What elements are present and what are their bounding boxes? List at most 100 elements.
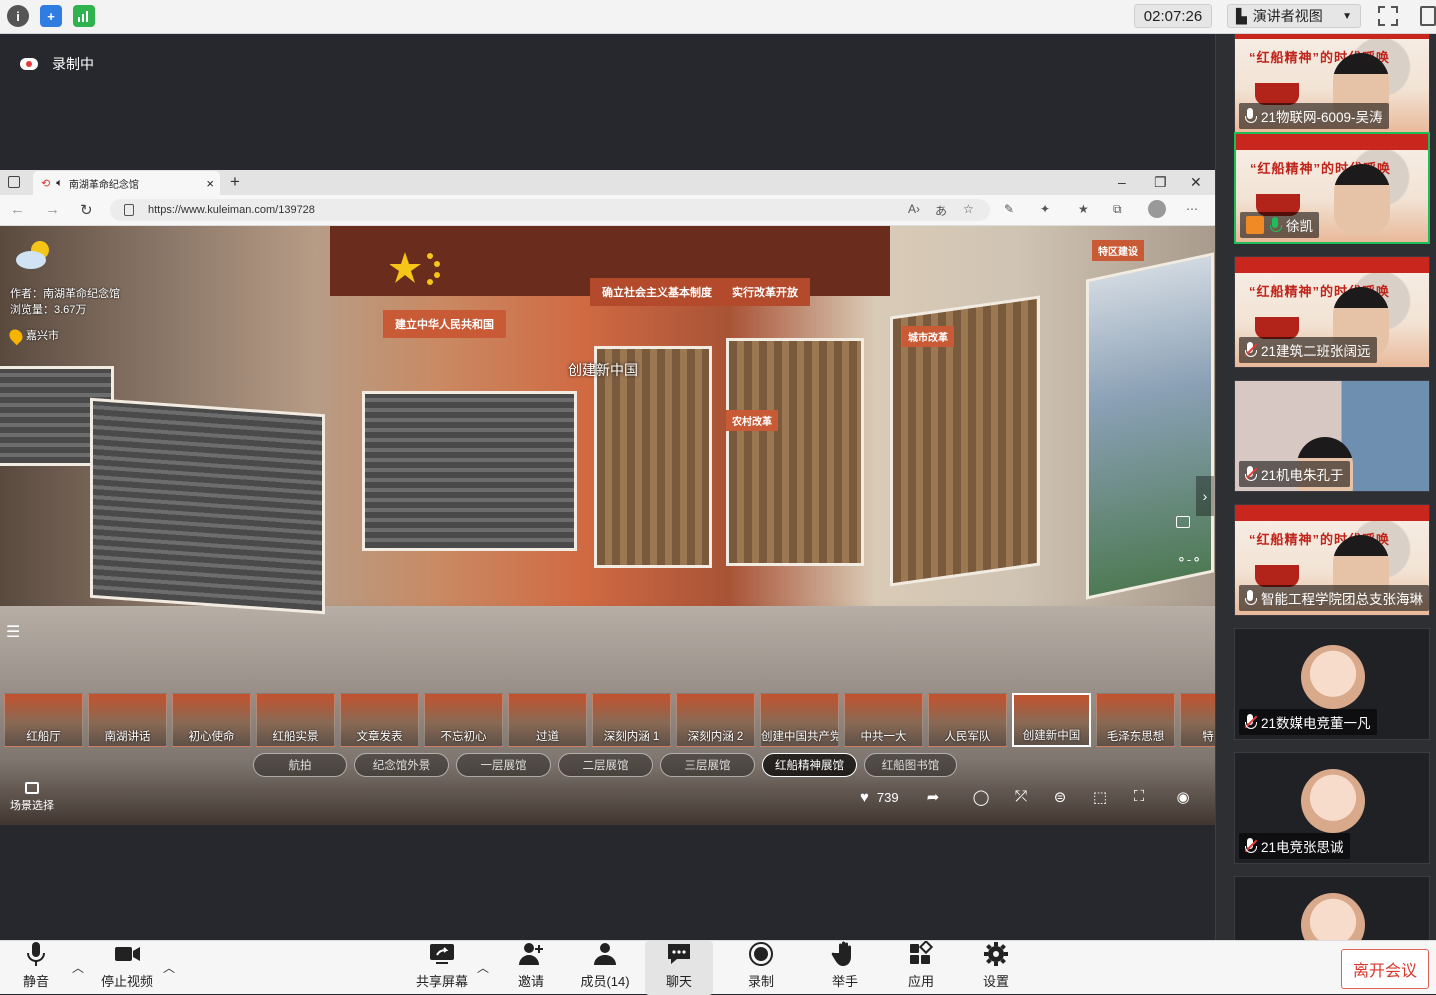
like-button[interactable]: ♥ 739	[860, 789, 899, 806]
scene-thumbnail[interactable]: 红船厅	[4, 693, 83, 747]
read-aloud-icon[interactable]: A›	[908, 202, 920, 216]
share-options-chevron-icon[interactable]: ︿	[477, 959, 489, 976]
menu-list-icon[interactable]: ☰	[6, 622, 20, 642]
scene-thumbnail[interactable]: 南湖讲话	[88, 693, 167, 747]
sidebar-toggle-icon[interactable]	[1420, 6, 1436, 26]
refresh-icon[interactable]: ↻	[80, 201, 93, 219]
translate-icon[interactable]: あ	[935, 202, 947, 219]
browser-tab-row: ⟲ 🔈︎ 南湖革命纪念馆 × + – ❐ ✕	[0, 170, 1215, 195]
scene-group-tab[interactable]: 一层展馆	[456, 753, 551, 777]
scene-thumbnail[interactable]: 过道	[508, 693, 587, 747]
exhibit-banner: 特区建设	[1092, 240, 1144, 261]
tab-actions-icon[interactable]	[8, 176, 20, 188]
hotspot-label[interactable]: 创建新中国	[568, 360, 638, 380]
vr-icon[interactable]: ⊜	[1050, 788, 1070, 806]
pen-icon[interactable]: ✎	[1004, 202, 1014, 216]
audio-icon[interactable]: 🔈︎	[56, 177, 63, 190]
exhibit-banner: 农村改革	[726, 410, 778, 431]
stop-video-button[interactable]: 停止视频	[96, 941, 158, 995]
scene-thumbnail[interactable]: 文章发表	[340, 693, 419, 747]
scene-select-button[interactable]: 场景选择	[10, 782, 54, 813]
video-icon[interactable]	[1176, 516, 1190, 528]
restore-icon[interactable]: ❐	[1154, 174, 1167, 191]
apps-icon	[910, 941, 934, 964]
eye-icon[interactable]: ◉	[1173, 788, 1193, 806]
tour-location[interactable]: 嘉兴市	[6, 326, 120, 346]
scene-thumbnail[interactable]: 人民军队	[928, 693, 1007, 747]
collections-icon[interactable]: ⧉	[1113, 202, 1122, 217]
scene-thumbnail[interactable]: 初心使命	[172, 693, 251, 747]
scene-thumbnail[interactable]: 不忘初心	[424, 693, 503, 747]
close-window-icon[interactable]: ✕	[1190, 174, 1202, 191]
favorite-add-icon[interactable]: ☆	[963, 202, 974, 216]
scene-group-tab[interactable]: 三层展馆	[660, 753, 755, 777]
audio-options-chevron-icon[interactable]: ︿	[72, 959, 84, 976]
panorama-viewer[interactable]: 建立中华人民共和国 确立社会主义基本制度 实行改革开放 农村改革 城市改革 特区…	[0, 226, 1215, 825]
extension-icon[interactable]: ✦	[1040, 202, 1050, 216]
minimize-icon[interactable]: –	[1118, 174, 1126, 190]
scene-thumbnail[interactable]: 中共一大	[844, 693, 923, 747]
participant-tile[interactable]: “红船精神”的时代呼唤 智能工程学院团总支张海琳	[1234, 504, 1430, 616]
fullscreen-icon[interactable]	[1376, 4, 1400, 28]
view-mode-icon[interactable]: ⬚	[1090, 788, 1110, 806]
exhibit-photo	[90, 397, 325, 615]
share-screen-button[interactable]: 共享屏幕	[412, 941, 472, 995]
info-icon[interactable]: i	[7, 5, 29, 27]
participant-tile[interactable]: 21电竞张思诚	[1234, 752, 1430, 864]
settings-button[interactable]: 设置	[975, 941, 1017, 995]
back-icon[interactable]: ←	[10, 201, 25, 218]
profile-icon[interactable]	[1148, 200, 1166, 218]
avatar	[1301, 893, 1365, 940]
chevron-right-icon[interactable]: ›	[1196, 476, 1214, 516]
mute-button[interactable]: 静音	[14, 941, 58, 995]
shield-icon[interactable]: +	[40, 5, 62, 27]
scene-thumbnail[interactable]: 深刻内涵 1	[592, 693, 671, 747]
participant-tile[interactable]: “红船精神”的时代呼唤 21物联网-6009-吴涛	[1234, 34, 1430, 134]
scene-thumbnail[interactable]: 特区建	[1180, 693, 1215, 747]
chat-label: 聊天	[665, 974, 692, 989]
search-icon[interactable]: ◯	[971, 788, 991, 806]
raise-hand-button[interactable]: 举手	[824, 941, 866, 995]
scene-thumbnail[interactable]: 毛泽东思想	[1096, 693, 1175, 747]
new-tab-icon[interactable]: +	[230, 172, 240, 192]
participant-tile[interactable]: 21数媒电竞董一凡	[1234, 628, 1430, 740]
favorites-icon[interactable]: ★	[1078, 202, 1089, 216]
url-field[interactable]: https://www.kuleiman.com/139728	[110, 199, 990, 221]
gyro-icon[interactable]: ⤱	[1011, 788, 1031, 806]
share-icon[interactable]: ➦	[923, 788, 943, 806]
scene-thumbnail[interactable]: 深刻内涵 2	[676, 693, 755, 747]
record-button[interactable]: 录制	[740, 941, 782, 995]
leave-meeting-button[interactable]: 离开会议	[1341, 949, 1429, 989]
exhibit-photo	[1086, 252, 1214, 600]
fullscreen-toggle-icon[interactable]: ⛶	[1129, 788, 1149, 806]
signal-icon[interactable]	[73, 5, 95, 27]
participant-tile[interactable]: 21机电朱孔于	[1234, 380, 1430, 492]
video-options-chevron-icon[interactable]: ︿	[163, 959, 175, 976]
scene-group-tab[interactable]: 红船精神展馆	[762, 753, 857, 777]
scene-thumbnail-label: 初心使命	[188, 731, 235, 743]
chat-button[interactable]: 聊天	[645, 941, 713, 995]
heart-icon: ♥	[860, 789, 869, 806]
participant-tile[interactable]: “红船精神”的时代呼唤 徐凯	[1234, 132, 1430, 244]
scene-group-tab[interactable]: 红船图书馆	[864, 753, 957, 777]
hotspot-link-icon[interactable]: ⚬-⚬	[1176, 552, 1202, 568]
scene-group-tab[interactable]: 纪念馆外景	[354, 753, 449, 777]
view-selector[interactable]: ▙ 演讲者视图 ▼	[1227, 4, 1361, 28]
scene-group-tab[interactable]: 航拍	[253, 753, 347, 777]
apps-button[interactable]: 应用	[900, 941, 942, 995]
close-tab-icon[interactable]: ×	[206, 176, 214, 191]
members-button[interactable]: 成员(14)	[576, 941, 634, 995]
scene-thumbnail[interactable]: 创建中国共产党	[760, 693, 839, 747]
participant-tile[interactable]	[1234, 876, 1430, 940]
invite-button[interactable]: 邀请	[510, 941, 552, 995]
participant-tile[interactable]: “红船精神”的时代呼唤 21建筑二班张阔远	[1234, 256, 1430, 368]
more-icon[interactable]: ⋯	[1186, 202, 1198, 216]
exhibit-photo	[726, 338, 864, 566]
participant-name: 21机电朱孔于	[1261, 468, 1344, 483]
scene-thumbnail[interactable]: 红船实景	[256, 693, 335, 747]
scene-group-tab[interactable]: 二层展馆	[558, 753, 653, 777]
forward-icon[interactable]: →	[45, 201, 60, 218]
browser-tab[interactable]: ⟲ 🔈︎ 南湖革命纪念馆 ×	[33, 171, 220, 195]
scene-thumbnail[interactable]: 创建新中国	[1012, 693, 1091, 747]
participant-name: 智能工程学院团总支张海琳	[1261, 592, 1423, 607]
